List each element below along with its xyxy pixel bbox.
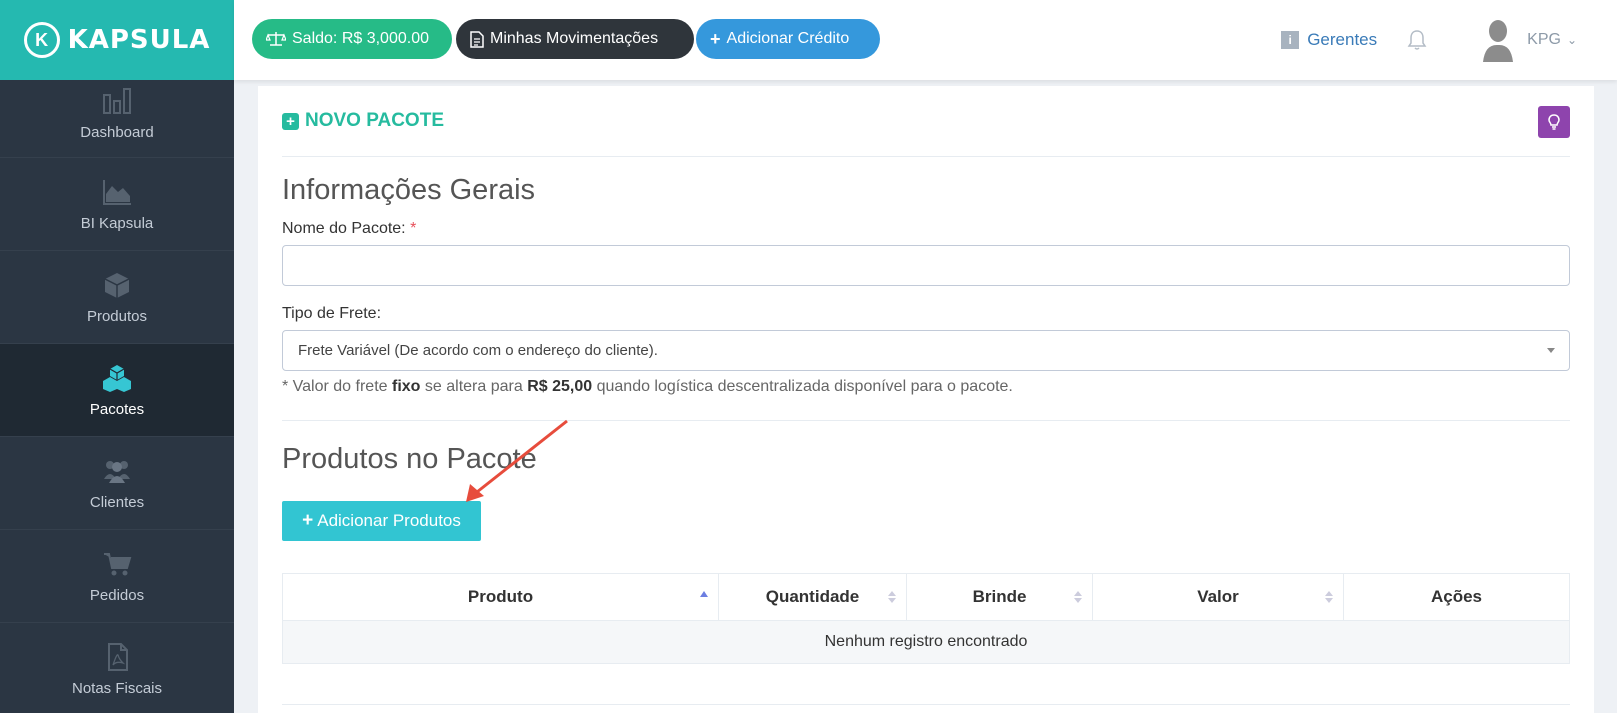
- cubes-icon: [101, 363, 133, 393]
- page-title-text: NOVO PACOTE: [305, 110, 444, 131]
- divider: [282, 704, 1570, 705]
- products-table: Produto Quantidade Brinde Valor Ações Ne…: [282, 573, 1570, 664]
- plus-icon: +: [710, 28, 721, 49]
- table-header: Produto Quantidade Brinde Valor Ações: [283, 574, 1569, 621]
- column-header-quantidade[interactable]: Quantidade: [719, 574, 907, 620]
- avatar[interactable]: [1481, 18, 1515, 62]
- sort-icon: [1325, 591, 1333, 603]
- gerentes-label: Gerentes: [1307, 30, 1378, 49]
- sidebar-item-label: Pedidos: [89, 586, 145, 604]
- package-name-input[interactable]: [282, 245, 1570, 286]
- add-products-label: Adicionar Produtos: [317, 511, 461, 530]
- bell-icon[interactable]: [1405, 28, 1429, 52]
- chevron-down-icon[interactable]: ⌄: [1567, 33, 1577, 47]
- table-empty-row: Nenhum registro encontrado: [283, 621, 1569, 663]
- freight-note: * Valor do frete fixo se altera para R$ …: [282, 378, 1013, 395]
- divider: [282, 156, 1570, 157]
- package-name-label: Nome do Pacote: *: [282, 220, 417, 237]
- sort-icon: [888, 591, 896, 603]
- user-name[interactable]: KPG: [1527, 31, 1561, 49]
- balance-scale-icon: [266, 32, 286, 46]
- area-chart-icon: [101, 177, 133, 207]
- sidebar-item-label: Notas Fiscais: [71, 679, 163, 697]
- sidebar: Dashboard BI Kapsula Produtos Pacotes Cl…: [0, 80, 234, 713]
- sidebar-item-produtos[interactable]: Produtos: [0, 251, 234, 344]
- sidebar-item-label: Dashboard: [80, 124, 154, 141]
- top-header: Saldo: R$ 3,000.00 Minhas Movimentações …: [234, 0, 1617, 80]
- column-header-produto[interactable]: Produto: [283, 574, 719, 620]
- caret-down-icon: [1547, 348, 1555, 353]
- required-mark: *: [410, 220, 417, 237]
- sidebar-item-notas-fiscais[interactable]: Notas Fiscais: [0, 623, 234, 713]
- freight-type-select[interactable]: Frete Variável (De acordo com o endereço…: [282, 330, 1570, 371]
- sidebar-item-label: Pacotes: [89, 400, 145, 418]
- column-header-acoes: Ações: [1430, 587, 1483, 606]
- sidebar-item-label: Produtos: [86, 307, 148, 325]
- gerentes-link[interactable]: i Gerentes: [1281, 30, 1377, 50]
- sort-icon: [1074, 591, 1082, 603]
- brand-name: KAPSULA: [67, 25, 211, 55]
- sort-asc-icon: [700, 591, 708, 597]
- sidebar-item-label: Clientes: [89, 493, 145, 511]
- saldo-label: Saldo: R$ 3,000.00: [292, 30, 429, 47]
- general-info-heading: Informações Gerais: [282, 174, 536, 206]
- adicionar-credito-button[interactable]: + Adicionar Crédito: [696, 19, 880, 59]
- column-header-valor[interactable]: Valor: [1093, 574, 1344, 620]
- plus-icon: +: [302, 510, 314, 531]
- sidebar-item-pedidos[interactable]: Pedidos: [0, 530, 234, 623]
- kapsula-logo-icon: K: [23, 22, 60, 58]
- sidebar-item-bi-kapsula[interactable]: BI Kapsula: [0, 158, 234, 251]
- sidebar-item-label: BI Kapsula: [80, 214, 154, 232]
- id-badge-icon: i: [1281, 31, 1300, 49]
- help-tips-button[interactable]: [1538, 106, 1570, 138]
- add-products-button[interactable]: + Adicionar Produtos: [282, 501, 481, 541]
- header-right: i Gerentes KPG ⌄: [1281, 0, 1617, 80]
- movimentacoes-label: Minhas Movimentações: [490, 30, 659, 47]
- document-icon: [470, 30, 484, 48]
- sidebar-item-clientes[interactable]: Clientes: [0, 437, 234, 530]
- saldo-button[interactable]: Saldo: R$ 3,000.00: [252, 19, 452, 59]
- divider: [282, 420, 1570, 421]
- add-credit-label: Adicionar Crédito: [726, 30, 850, 47]
- products-heading: Produtos no Pacote: [282, 443, 537, 475]
- bar-chart-icon: [101, 86, 133, 116]
- cube-icon: [101, 270, 133, 300]
- freight-selected-value: Frete Variável (De acordo com o endereço…: [298, 342, 658, 359]
- lightbulb-icon: [1548, 114, 1560, 130]
- page-title: + NOVO PACOTE: [282, 110, 444, 132]
- sidebar-item-pacotes[interactable]: Pacotes: [0, 344, 234, 437]
- plus-square-icon: +: [282, 112, 299, 130]
- freight-type-label: Tipo de Frete:: [282, 305, 382, 322]
- brand-logo[interactable]: K KAPSULA: [0, 0, 234, 80]
- sidebar-item-dashboard[interactable]: Dashboard: [0, 80, 234, 158]
- shopping-cart-icon: [101, 549, 133, 579]
- column-header-brinde[interactable]: Brinde: [907, 574, 1093, 620]
- users-icon: [101, 456, 133, 486]
- new-package-panel: + NOVO PACOTE Informações Gerais Nome do…: [258, 86, 1594, 713]
- minhas-movimentacoes-button[interactable]: Minhas Movimentações: [456, 19, 694, 59]
- pdf-file-icon: [101, 642, 133, 672]
